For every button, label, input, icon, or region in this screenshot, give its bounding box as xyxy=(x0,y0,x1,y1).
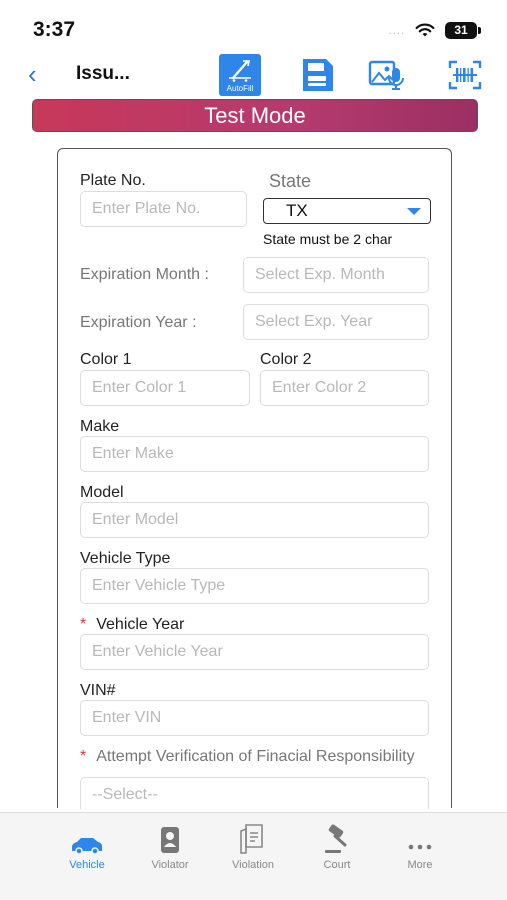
status-time: 3:37 xyxy=(33,18,76,41)
status-bar: 3:37 .... 31 xyxy=(0,0,507,56)
plate-label: Plate No. xyxy=(80,172,146,189)
vin-label: VIN# xyxy=(80,682,116,699)
vehicle-form: Plate No. Enter Plate No. State TX State… xyxy=(57,148,452,809)
photo-voice-button[interactable] xyxy=(366,54,408,96)
model-input[interactable]: Enter Model xyxy=(80,502,429,538)
tab-label: Vehicle xyxy=(69,859,105,871)
required-marker: * xyxy=(80,748,87,765)
battery-icon: 31 xyxy=(445,22,481,39)
tab-label: Violation xyxy=(232,859,274,871)
tab-label: Court xyxy=(323,859,351,871)
save-button[interactable] xyxy=(296,54,338,96)
vehicle-type-label: Vehicle Type xyxy=(80,550,171,567)
plate-input[interactable]: Enter Plate No. xyxy=(80,191,247,227)
car-icon xyxy=(72,838,102,855)
save-icon xyxy=(303,59,333,91)
tab-vehicle[interactable]: Vehicle xyxy=(52,813,122,871)
photo-voice-icon xyxy=(368,60,404,90)
autofill-icon xyxy=(229,59,251,82)
color1-label: Color 1 xyxy=(80,351,132,368)
financial-select[interactable]: --Select-- xyxy=(80,777,429,809)
dropdown-caret-icon xyxy=(407,208,421,215)
color1-input[interactable]: Enter Color 1 xyxy=(80,370,250,406)
state-value: TX xyxy=(286,201,308,220)
make-label: Make xyxy=(80,418,120,435)
test-mode-banner: Test Mode xyxy=(32,99,478,132)
state-label: State xyxy=(269,171,312,191)
nav-bar: ‹ Issu... AutoFill xyxy=(0,54,507,96)
required-marker: * xyxy=(80,616,87,633)
exp-month-select[interactable]: Select Exp. Month xyxy=(243,257,429,293)
model-label: Model xyxy=(80,484,124,501)
exp-month-label: Expiration Month : xyxy=(80,266,209,283)
tab-court[interactable]: Court xyxy=(302,813,372,871)
barcode-scan-icon xyxy=(448,60,482,90)
wifi-icon xyxy=(415,23,435,37)
make-input[interactable]: Enter Make xyxy=(80,436,429,472)
color2-label: Color 2 xyxy=(260,351,312,368)
nav-title: Issu... xyxy=(76,63,130,84)
exp-year-select[interactable]: Select Exp. Year xyxy=(243,304,429,340)
ticket-icon xyxy=(240,824,263,854)
vehicle-type-input[interactable]: Enter Vehicle Type xyxy=(80,568,429,604)
back-button[interactable]: ‹ xyxy=(28,59,37,90)
tab-label: More xyxy=(407,859,433,871)
exp-year-label: Expiration Year : xyxy=(80,314,197,331)
color2-input[interactable]: Enter Color 2 xyxy=(260,370,429,406)
gavel-icon xyxy=(325,824,347,853)
tab-bar: Vehicle Violator Violation Court More xyxy=(0,812,507,900)
state-select[interactable]: TX xyxy=(263,198,431,224)
vehicle-year-label: * Vehicle Year xyxy=(80,616,185,633)
signal-icon: .... xyxy=(388,24,405,37)
tab-violator[interactable]: Violator xyxy=(135,813,205,871)
tab-violation[interactable]: Violation xyxy=(218,813,288,871)
barcode-scan-button[interactable] xyxy=(444,54,486,96)
more-icon xyxy=(408,844,432,850)
vin-input[interactable]: Enter VIN xyxy=(80,700,429,736)
tab-label: Violator xyxy=(151,859,189,871)
autofill-label: AutoFill xyxy=(226,83,254,93)
state-hint: State must be 2 char xyxy=(263,231,393,247)
financial-label: * Attempt Verification of Finacial Respon… xyxy=(80,748,415,765)
tab-more[interactable]: More xyxy=(385,813,455,871)
autofill-button[interactable]: AutoFill xyxy=(219,54,261,96)
id-card-icon xyxy=(161,827,179,853)
vehicle-year-input[interactable]: Enter Vehicle Year xyxy=(80,634,429,670)
